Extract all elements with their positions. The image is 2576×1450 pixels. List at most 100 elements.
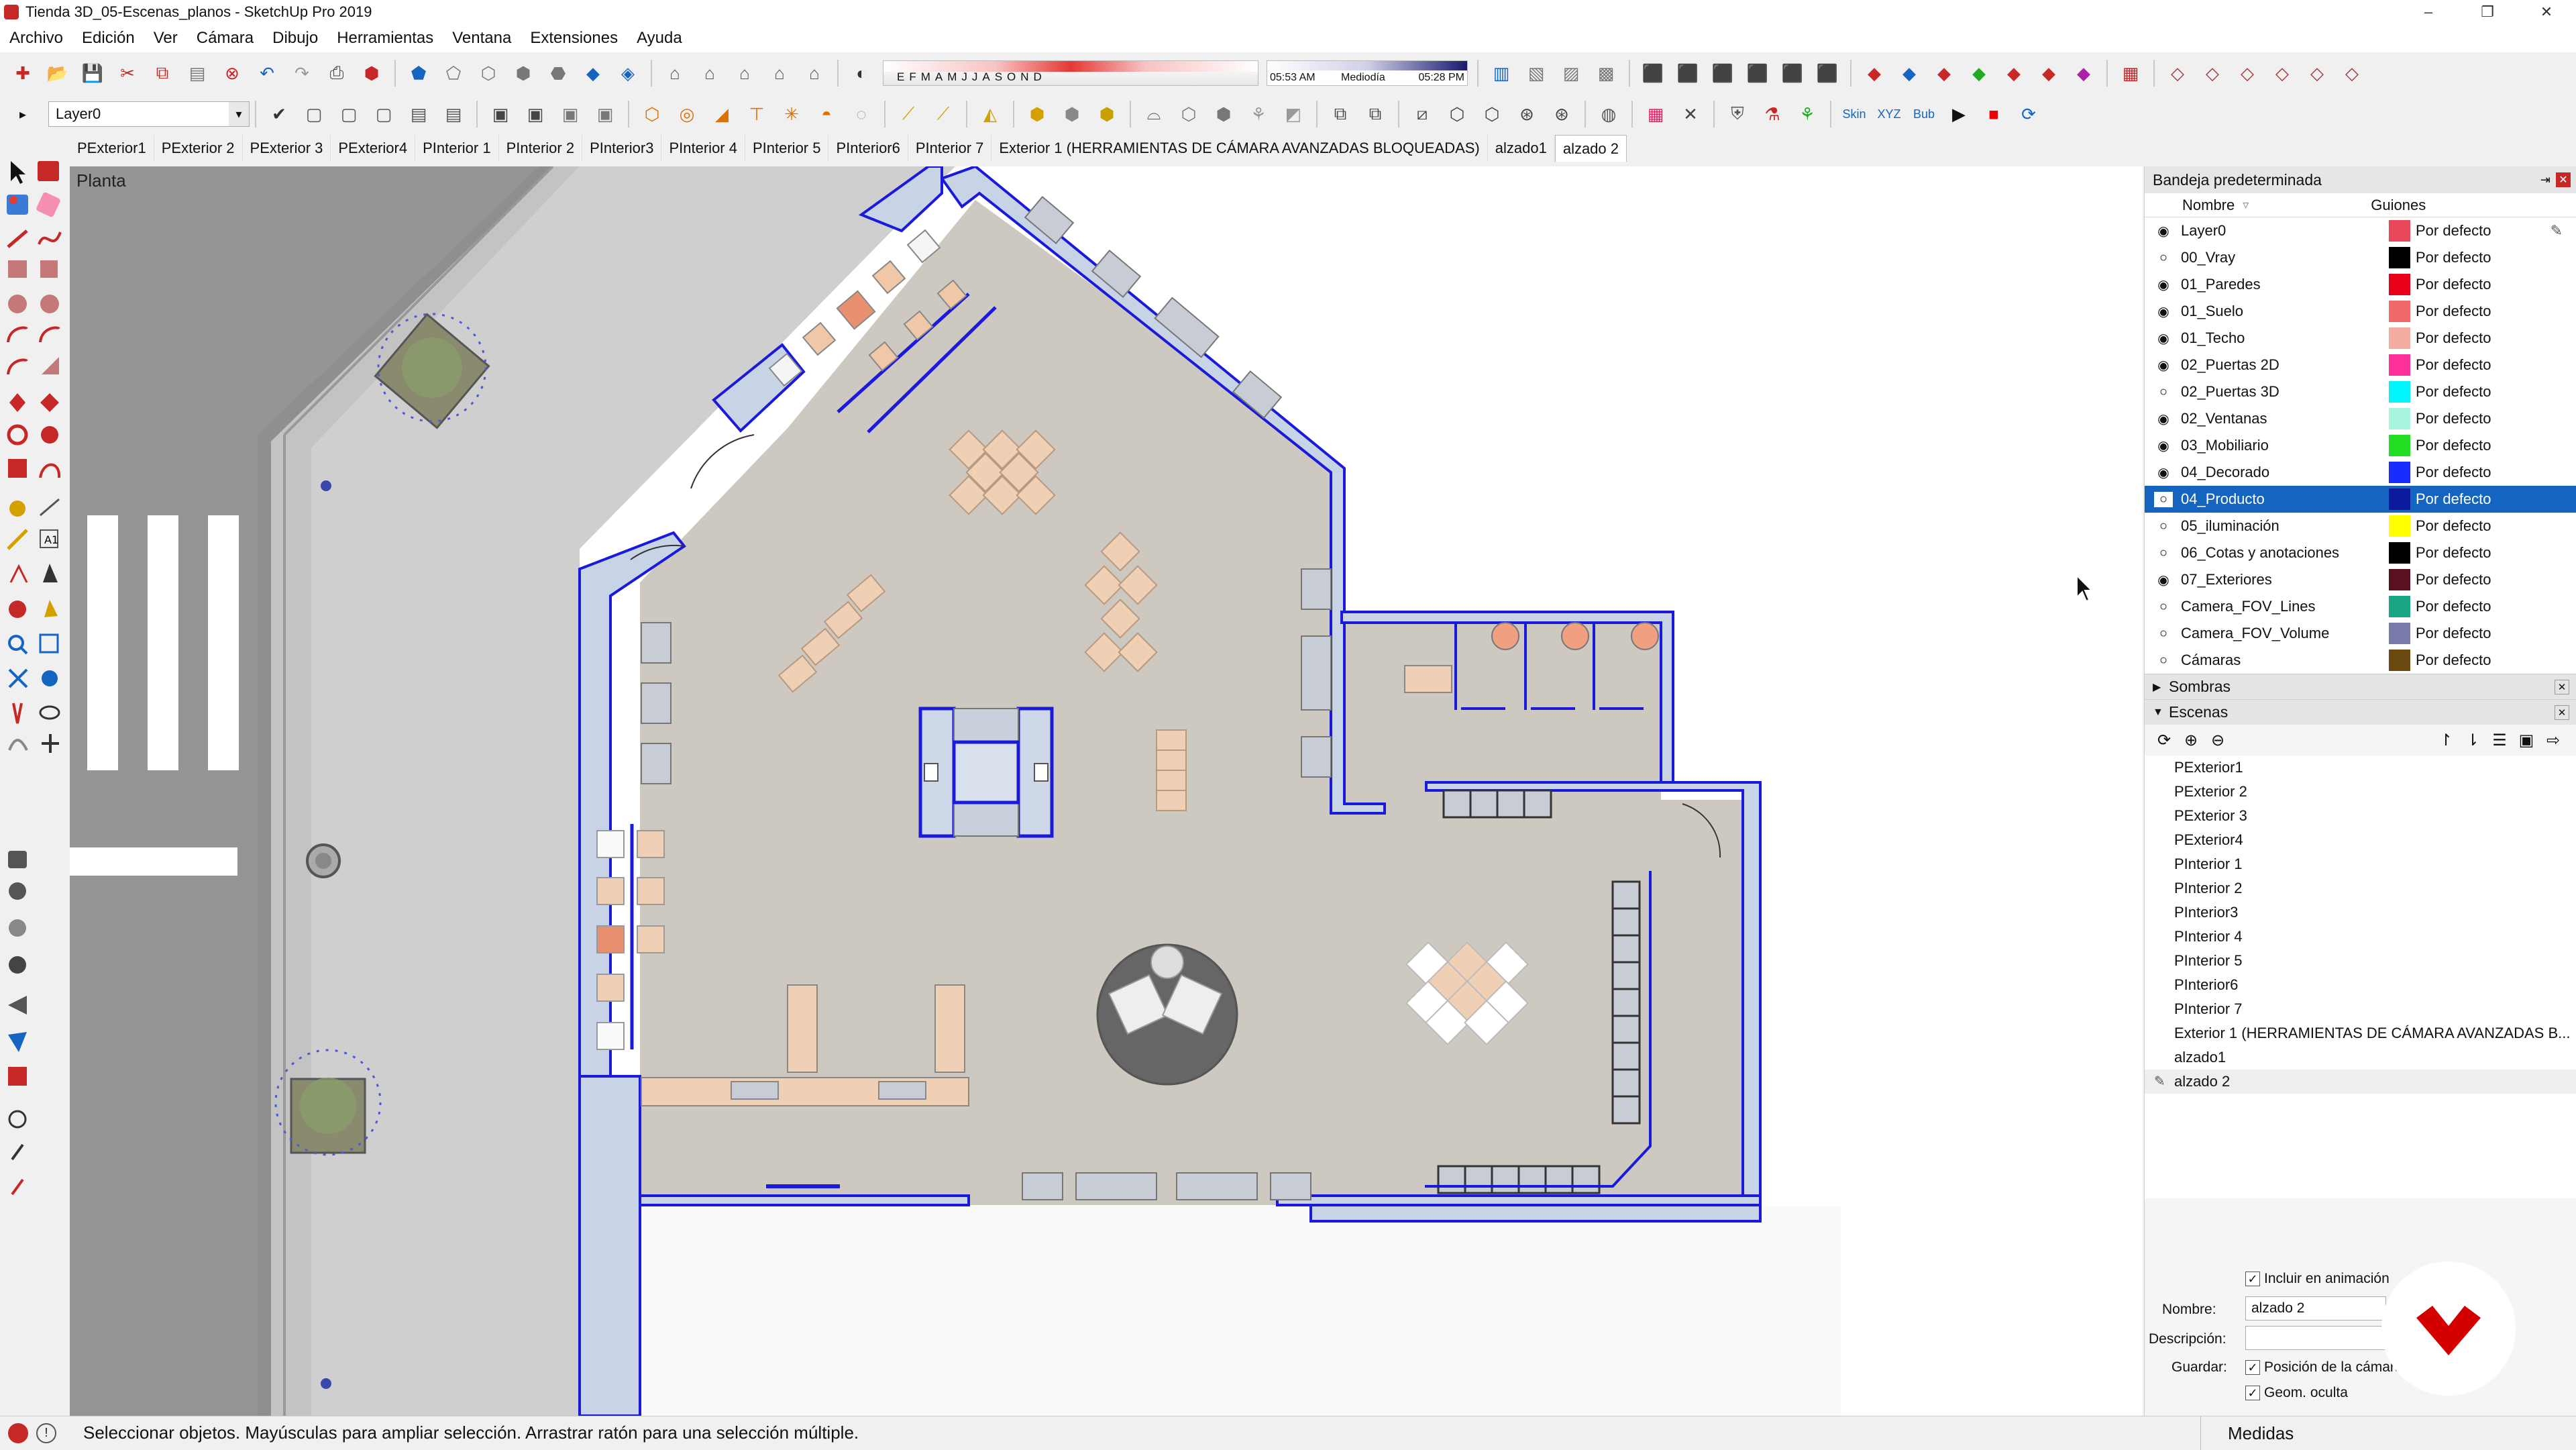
layer-dash-style[interactable]: Por defecto	[2416, 490, 2491, 508]
scene-tab[interactable]: PInterior3	[582, 135, 662, 162]
save-hidden-checkbox[interactable]: ✓	[2245, 1386, 2260, 1401]
layer-dropdown[interactable]: Layer0 ▾	[48, 101, 250, 127]
layer-row[interactable]: ◉ 01_Techo Por defecto	[2145, 325, 2576, 352]
view-4-icon[interactable]: ⊛	[1512, 99, 1542, 129]
layer-row[interactable]: ◉ 01_Paredes Por defecto	[2145, 271, 2576, 298]
layer-color-swatch[interactable]	[2389, 650, 2410, 671]
menu-ver[interactable]: Ver	[144, 29, 187, 48]
section-display-icon[interactable]: ▧	[1521, 58, 1551, 88]
scene-tab[interactable]: PExterior4	[331, 135, 416, 162]
shadow-time-slider[interactable]: 05:53 AM Mediodía 05:28 PM	[1267, 60, 1468, 86]
layer-dash-style[interactable]: Por defecto	[2416, 249, 2491, 266]
layer-name[interactable]: 01_Paredes	[2181, 276, 2362, 293]
pan-icon[interactable]	[44, 600, 58, 617]
copy-icon[interactable]: ⧉	[148, 58, 177, 88]
back-view-icon[interactable]: ⬣	[543, 58, 573, 88]
layer-name[interactable]: 01_Suelo	[2181, 303, 2362, 320]
close-icon[interactable]: ✕	[2555, 679, 2569, 694]
layer-name[interactable]: Camera_FOV_Volume	[2181, 625, 2362, 642]
share-model-icon[interactable]: ⬛	[1708, 58, 1737, 88]
scene-list-item[interactable]: alzado1	[2145, 1045, 2576, 1070]
scene-description-input[interactable]	[2245, 1326, 2386, 1350]
eye-icon[interactable]: ◉	[2154, 303, 2173, 320]
edge-style-1-icon[interactable]: ⬡	[637, 99, 667, 129]
subtract-icon[interactable]: ◇	[2267, 58, 2297, 88]
solid-tools-icon[interactable]: ▦	[2116, 58, 2145, 88]
move-scene-up-icon[interactable]: ↾	[2434, 729, 2457, 752]
position-camera-icon[interactable]	[12, 703, 23, 724]
layer-dash-style[interactable]: Por defecto	[2416, 571, 2491, 588]
view-1-icon[interactable]: ⧄	[1407, 99, 1437, 129]
eye-hidden-icon[interactable]: ○	[2154, 599, 2173, 615]
shield-icon[interactable]: ⛨	[1723, 99, 1752, 129]
extra-tool-8-icon[interactable]	[8, 1110, 27, 1129]
shadows-panel-header[interactable]: ▶ Sombras ✕	[2145, 674, 2576, 699]
close-window-button[interactable]: ✕	[2517, 0, 2576, 24]
scene-list-item[interactable]: PInterior 1	[2145, 852, 2576, 876]
pin-icon[interactable]: ⇥	[2540, 173, 2551, 187]
layer-color-swatch[interactable]	[2389, 542, 2410, 564]
scene-list-item[interactable]: PInterior 2	[2145, 876, 2576, 900]
layer-dash-style[interactable]: Por defecto	[2416, 410, 2491, 427]
trim-icon[interactable]: ◇	[2302, 58, 2332, 88]
left-view-icon[interactable]: ◆	[578, 58, 608, 88]
freehand-tool-icon[interactable]: ⟋	[928, 99, 958, 129]
layer-color-swatch[interactable]	[2389, 569, 2410, 590]
face-style-3-icon[interactable]: ▣	[555, 99, 585, 129]
section-cut-icon[interactable]: ▨	[1556, 58, 1586, 88]
scene-list-item[interactable]: Exterior 1 (HERRAMIENTAS DE CÁMARA AVANZ…	[2145, 1021, 2576, 1045]
layer-name[interactable]: Cámaras	[2181, 652, 2362, 669]
axes-icon[interactable]	[9, 564, 28, 583]
tool-c-icon[interactable]: ⬢	[1209, 99, 1238, 129]
sandbox-from-scratch-icon[interactable]: ◆	[1894, 58, 1924, 88]
layer-row[interactable]: ◉ 03_Mobiliario Por defecto	[2145, 432, 2576, 459]
layer-dash-style[interactable]: Por defecto	[2416, 652, 2491, 669]
style-4-icon[interactable]: ▤	[404, 99, 433, 129]
paste-icon[interactable]: ▤	[182, 58, 212, 88]
layer-dash-style[interactable]: Por defecto	[2416, 598, 2491, 615]
layer-name[interactable]: 07_Exteriores	[2181, 571, 2362, 588]
layer-name[interactable]: 01_Techo	[2181, 329, 2362, 347]
layer-name[interactable]: 02_Ventanas	[2181, 410, 2362, 427]
zoom-extents-icon[interactable]: ⧉	[1326, 99, 1355, 129]
view-2-icon[interactable]: ⬡	[1442, 99, 1472, 129]
shaded-icon[interactable]: ⌂	[730, 58, 759, 88]
show-details-icon[interactable]: ⇨	[2542, 729, 2565, 752]
scene-tab[interactable]: PInterior 5	[745, 135, 829, 162]
style-5-icon[interactable]: ▤	[439, 99, 468, 129]
view-5-icon[interactable]: ⊛	[1547, 99, 1576, 129]
collapse-icon[interactable]: ▼	[2153, 707, 2169, 719]
eye-icon[interactable]: ◉	[2154, 223, 2173, 240]
layer-row[interactable]: ○ 04_Producto Por defecto	[2145, 486, 2576, 513]
play-icon[interactable]: ▶	[1944, 99, 1974, 129]
extra-tool-6-icon[interactable]	[8, 1032, 27, 1052]
eye-icon[interactable]: ◉	[2154, 330, 2173, 347]
layer-color-swatch[interactable]	[2389, 462, 2410, 483]
two-point-arc-icon[interactable]	[39, 326, 60, 343]
follow-me-icon[interactable]	[41, 426, 58, 444]
layer-name[interactable]: 05_iluminación	[2181, 517, 2362, 535]
edge-style-6-icon[interactable]: ◓	[812, 99, 841, 129]
scene-tab[interactable]: PInterior 4	[661, 135, 745, 162]
chevron-down-icon[interactable]: ▾	[229, 102, 249, 126]
scene-tab[interactable]: PInterior 7	[908, 135, 992, 162]
layer-row[interactable]: ○ 00_Vray Por defecto	[2145, 244, 2576, 271]
zoom-extents-icon[interactable]	[8, 668, 28, 688]
scenes-panel-header[interactable]: ▼ Escenas ✕	[2145, 699, 2576, 725]
layer-color-swatch[interactable]	[2389, 435, 2410, 456]
scene-list-item[interactable]: PInterior 5	[2145, 949, 2576, 973]
layer-name[interactable]: 04_Decorado	[2181, 464, 2362, 481]
layer-row[interactable]: ○ 06_Cotas y anotaciones Por defecto	[2145, 539, 2576, 566]
extension-warehouse-icon[interactable]: ⬛	[1673, 58, 1703, 88]
rotated-rectangle-icon[interactable]	[40, 260, 58, 278]
zoom-window-icon[interactable]	[39, 633, 59, 654]
outer-shell-icon[interactable]: ◇	[2163, 58, 2192, 88]
layer-name[interactable]: Camera_FOV_Lines	[2181, 598, 2362, 615]
view-3-icon[interactable]: ⬡	[1477, 99, 1507, 129]
previous-view-icon[interactable]	[42, 670, 58, 686]
eraser-icon[interactable]	[36, 191, 61, 217]
layer-color-swatch[interactable]	[2389, 327, 2410, 349]
geo-location-icon[interactable]	[8, 1422, 28, 1443]
view-options-icon[interactable]: ☰	[2488, 729, 2511, 752]
dimension-icon[interactable]	[40, 498, 60, 517]
